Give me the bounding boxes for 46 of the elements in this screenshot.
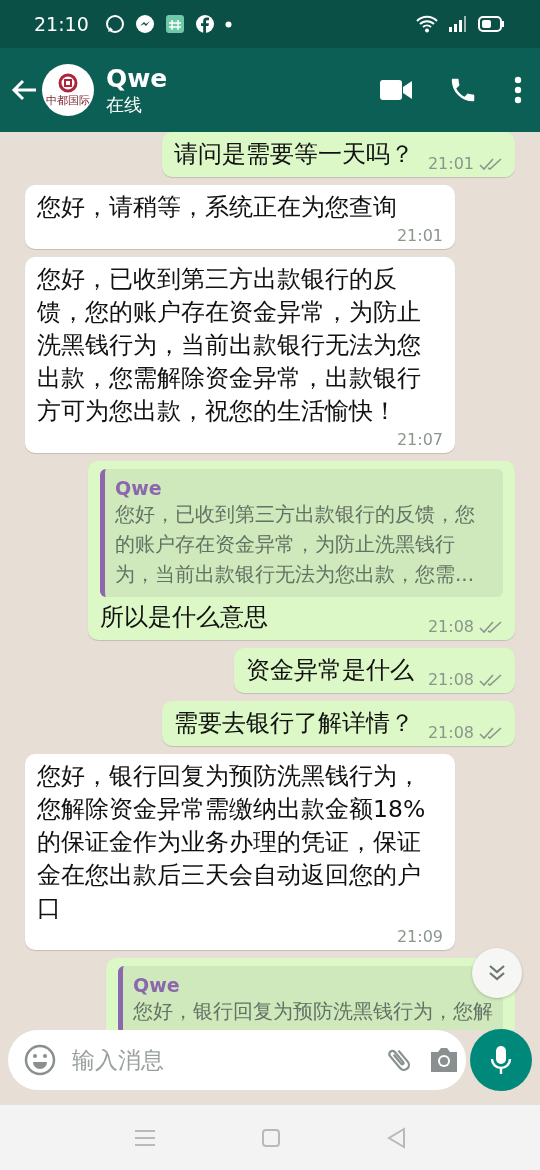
message-text: 资金异常是什么	[245, 655, 414, 686]
message-time: 21:08	[427, 670, 474, 689]
contact-name: Qwe	[106, 63, 168, 93]
quote-text: 您好，已收到第三方出款银行的反馈，您的账户存在资金异常，为防止洗黑钱行为，当前出款银行无法为您出款，您需...	[115, 501, 476, 588]
bank-logo-icon	[58, 72, 78, 93]
microphone-icon	[490, 1045, 512, 1075]
message-text: 您好，请稍等，系统正在为您查询	[37, 192, 397, 223]
message-time: 21:09	[396, 927, 443, 946]
message-text: 您好，已收到第三方出款银行的反馈，您的账户存在资金异常，为防止洗黑钱行为，当前出款银行无法为您出款，您需解除资金异常，出款银行方可为您出款，祝您的生活愉快！	[37, 264, 422, 427]
message-time: 21:01	[396, 226, 443, 245]
message-text: 请问是需要等一天吗？	[173, 139, 414, 170]
quoted-message[interactable]: Qwe 您好，已收到第三方出款银行的反馈，您的账户存在资金异常，为防止洗黑钱行为，当前出款银行无法为您出款，您需...	[100, 469, 503, 597]
message-text: 您好，银行回复为预防洗黑钱行为，您解除资金异常需缴纳出款金额18%的保证金作为业务办理的凭证，保证金在您出款后三天会自动返回您的户口	[37, 761, 427, 924]
avatar-text: 中都国际	[46, 92, 90, 108]
message-time: 21:08	[427, 723, 474, 742]
quote-author: Qwe	[133, 974, 181, 996]
signal-icon	[448, 15, 468, 33]
message-text: 需要去银行了解详情？	[173, 708, 414, 739]
back-button[interactable]	[10, 78, 38, 102]
camera-button[interactable]	[428, 1046, 460, 1074]
dot-icon	[224, 20, 232, 28]
facebook-icon	[194, 14, 215, 34]
video-call-button[interactable]	[380, 79, 412, 101]
status-time: 21:10	[34, 13, 89, 35]
double-check-icon	[479, 619, 503, 634]
message-text: 所以是什么意思	[100, 602, 268, 633]
message-time: 21:07	[396, 430, 443, 449]
more-options-button[interactable]	[514, 76, 522, 104]
double-check-icon	[479, 672, 503, 687]
message-input-bar[interactable]: 输入消息	[8, 1030, 466, 1090]
message-time: 21:08	[427, 617, 474, 636]
contact-status: 在线	[106, 92, 143, 117]
double-check-icon	[479, 156, 503, 171]
emoji-button[interactable]	[24, 1044, 56, 1076]
quoted-message[interactable]: Qwe 您好，银行回复为预防洗黑钱行为，您解	[118, 966, 503, 1030]
quote-text: 您好，银行回复为预防洗黑钱行为，您解	[133, 998, 493, 1025]
battery-icon	[478, 16, 504, 32]
messenger-icon	[134, 14, 155, 34]
wifi-icon	[416, 15, 438, 33]
quote-author: Qwe	[115, 477, 163, 499]
scroll-down-button[interactable]	[472, 948, 522, 998]
message-time: 21:01	[427, 154, 474, 173]
contact-avatar[interactable]: 中都国际	[42, 64, 94, 116]
double-check-icon	[479, 725, 503, 740]
grid-app-icon	[164, 14, 185, 34]
message-input-field[interactable]: 输入消息	[70, 1045, 370, 1075]
